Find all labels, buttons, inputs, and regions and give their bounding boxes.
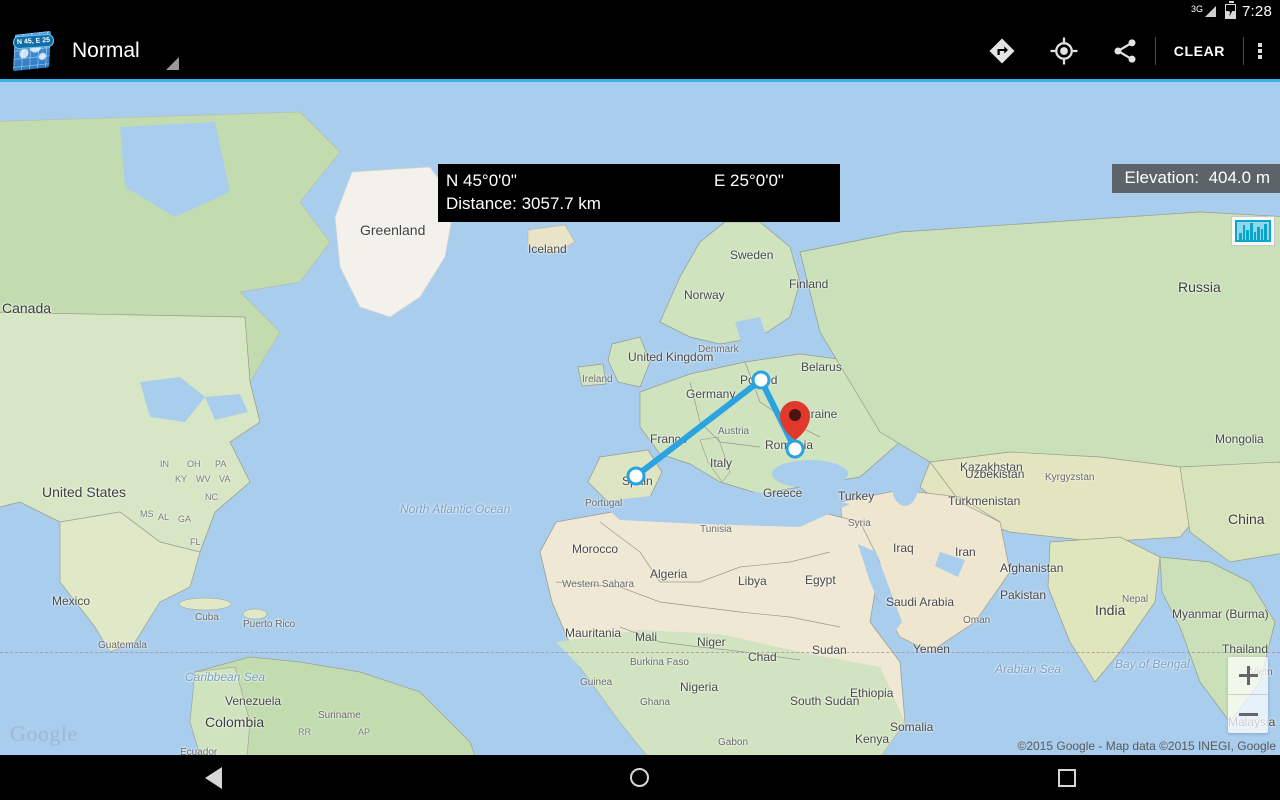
waypoint-romania[interactable]: [785, 439, 805, 459]
chart-bar: [1239, 232, 1242, 240]
android-screen: 3G 7:28 N 45, E 25 Normal CLEAR Greenlan…: [0, 0, 1280, 800]
battery-charging-icon: [1225, 0, 1236, 19]
zoom-in-button[interactable]: [1228, 657, 1268, 695]
recents-icon[interactable]: [1012, 755, 1122, 800]
elevation-profile-chart[interactable]: [1231, 216, 1275, 246]
route-polyline: [633, 377, 798, 479]
action-bar: N 45, E 25 Normal CLEAR: [0, 22, 1280, 79]
share-icon[interactable]: [1095, 22, 1155, 79]
longitude-value: E 25°0'0": [714, 171, 784, 190]
latitude-value: N 45°0'0": [446, 171, 517, 190]
menu-dot: [1258, 54, 1262, 59]
waypoint-spain[interactable]: [626, 466, 646, 486]
chart-bar: [1260, 229, 1264, 240]
clear-button[interactable]: CLEAR: [1156, 22, 1243, 79]
map-canvas[interactable]: Greenland Iceland Canada United States Mexic…: [0, 82, 1280, 755]
menu-dot: [1258, 48, 1262, 53]
chart-bar: [1257, 227, 1260, 240]
chart-bar: [1249, 222, 1253, 240]
app-icon-coordinate-tag: N 45, E 25: [12, 33, 55, 49]
plus-icon: [1246, 666, 1250, 685]
chart-bar: [1253, 231, 1257, 240]
google-watermark: Google: [10, 721, 78, 746]
zoom-out-button[interactable]: [1228, 695, 1268, 733]
zoom-controls[interactable]: [1228, 657, 1268, 733]
map-type-spinner[interactable]: Normal: [72, 22, 179, 79]
network-type-label: 3G: [1190, 3, 1203, 14]
pin-center-dot: [789, 409, 801, 421]
world-map-coordinates-icon[interactable]: N 45, E 25: [12, 30, 55, 71]
coordinate-info-panel: N 45°0'0" E 25°0'0" Distance: 3057.7 km: [438, 164, 840, 222]
clock-time: 7:28: [1242, 2, 1272, 20]
distance-value: Distance: 3057.7 km: [446, 194, 601, 213]
action-bar-actions: CLEAR: [971, 22, 1280, 79]
back-icon[interactable]: [158, 755, 268, 800]
chart-bar: [1246, 230, 1249, 240]
route-waypoints[interactable]: [626, 370, 805, 486]
home-icon[interactable]: [585, 755, 695, 800]
elevation-value: 404.0 m: [1208, 168, 1270, 187]
menu-dot: [1258, 42, 1262, 47]
directions-icon[interactable]: [971, 22, 1033, 79]
android-nav-bar: [0, 755, 1280, 800]
chart-bars: [1235, 220, 1271, 242]
status-bar: 3G 7:28: [0, 0, 1280, 22]
map-attribution: ©2015 Google - Map data ©2015 INEGI, Goo…: [1017, 739, 1276, 753]
signal-triangle-icon: [1205, 5, 1216, 17]
waypoint-poland[interactable]: [751, 370, 771, 390]
elevation-badge: Elevation: 404.0 m: [1112, 164, 1280, 193]
minus-icon: [1238, 712, 1258, 716]
signal-bars-icon: 3G: [1190, 3, 1216, 17]
elevation-label: Elevation:: [1124, 168, 1200, 187]
my-location-icon[interactable]: [1033, 22, 1095, 79]
chart-bar: [1264, 223, 1267, 240]
page-title: Normal: [72, 39, 140, 62]
overflow-menu-icon[interactable]: [1244, 22, 1276, 79]
chart-bar: [1242, 224, 1246, 240]
dropdown-spinner-icon[interactable]: [165, 57, 179, 70]
